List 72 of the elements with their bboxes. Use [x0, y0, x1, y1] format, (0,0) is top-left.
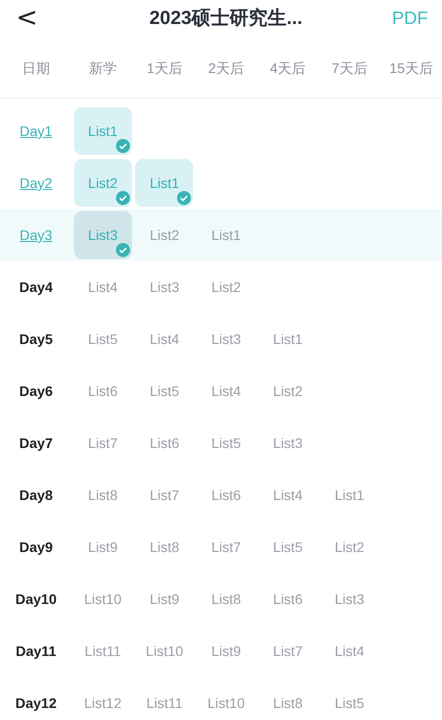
list-cell[interactable]: List12	[74, 679, 132, 720]
list-cell[interactable]: List1	[135, 159, 194, 207]
list-cell[interactable]: List5	[320, 679, 378, 720]
day-label: Day5	[18, 331, 54, 347]
day-link[interactable]: Day1	[0, 123, 72, 139]
list-cell[interactable]: List7	[135, 471, 194, 519]
list-cell[interactable]: List1	[74, 107, 132, 155]
day-label: Day8	[18, 487, 54, 503]
list-cell[interactable]: List1	[258, 315, 317, 363]
list-cell[interactable]: List6	[197, 471, 256, 519]
day-label: Day4	[18, 279, 54, 295]
list-cell[interactable]: List4	[197, 367, 256, 415]
list-cell[interactable]: List8	[258, 679, 317, 720]
list-cell[interactable]: List11	[74, 627, 132, 675]
check-icon	[116, 243, 130, 257]
list-cell[interactable]: List2	[197, 263, 256, 311]
list-cell[interactable]: List3	[320, 575, 378, 623]
list-cell[interactable]: List8	[74, 471, 132, 519]
check-icon	[116, 139, 130, 153]
list-cell[interactable]: List6	[74, 367, 132, 415]
column-header: 15天后	[388, 60, 434, 78]
day-label: Day10	[14, 591, 58, 607]
back-button[interactable]: <	[12, 5, 42, 31]
list-cell[interactable]: List11	[135, 679, 194, 720]
day-label: Day11	[14, 643, 58, 659]
check-icon	[116, 191, 130, 205]
list-cell[interactable]: List2	[135, 211, 194, 259]
pdf-button[interactable]: PDF	[392, 8, 428, 28]
column-header: 日期	[21, 60, 51, 78]
column-header: 2天后	[207, 60, 246, 78]
list-cell[interactable]: List4	[320, 627, 378, 675]
list-cell[interactable]: List6	[258, 575, 317, 623]
list-cell[interactable]: List3	[258, 419, 317, 467]
list-cell[interactable]: List10	[135, 627, 194, 675]
list-cell[interactable]: List9	[74, 523, 132, 571]
list-cell[interactable]: List3	[135, 263, 194, 311]
day-label: Day9	[18, 539, 54, 555]
list-cell[interactable]: List6	[135, 419, 194, 467]
day-label: Day7	[18, 435, 54, 451]
day-link[interactable]: Day2	[0, 175, 72, 191]
column-header: 新学	[88, 60, 118, 78]
list-cell[interactable]: List10	[197, 679, 256, 720]
page-title: 2023硕士研究生...	[148, 6, 304, 31]
list-cell[interactable]: List1	[197, 211, 256, 259]
day-link[interactable]: Day3	[0, 227, 72, 243]
list-cell[interactable]: List3	[74, 211, 132, 259]
list-cell[interactable]: List2	[258, 367, 317, 415]
list-cell[interactable]: List10	[74, 575, 132, 623]
check-icon	[177, 191, 192, 205]
column-header: 4天后	[268, 60, 307, 78]
column-header: 1天后	[146, 60, 184, 78]
list-cell[interactable]: List5	[74, 315, 132, 363]
list-cell[interactable]: List9	[135, 575, 194, 623]
list-cell[interactable]: List5	[135, 367, 194, 415]
list-cell[interactable]: List8	[197, 575, 256, 623]
list-cell[interactable]: List2	[320, 523, 378, 571]
list-cell[interactable]: List5	[197, 419, 256, 467]
list-cell[interactable]: List7	[74, 419, 132, 467]
list-cell[interactable]: List4	[74, 263, 132, 311]
list-cell[interactable]: List9	[197, 627, 256, 675]
list-cell[interactable]: List7	[197, 523, 256, 571]
list-cell[interactable]: List3	[197, 315, 256, 363]
list-cell[interactable]: List5	[258, 523, 317, 571]
day-label: Day12	[14, 695, 58, 711]
list-cell[interactable]: List8	[135, 523, 194, 571]
list-cell[interactable]: List2	[74, 159, 132, 207]
list-cell[interactable]: List1	[320, 471, 378, 519]
list-cell[interactable]: List4	[135, 315, 194, 363]
list-cell[interactable]: List7	[258, 627, 317, 675]
list-cell[interactable]: List4	[258, 471, 317, 519]
column-header: 7天后	[330, 60, 368, 78]
day-label: Day6	[18, 383, 54, 399]
